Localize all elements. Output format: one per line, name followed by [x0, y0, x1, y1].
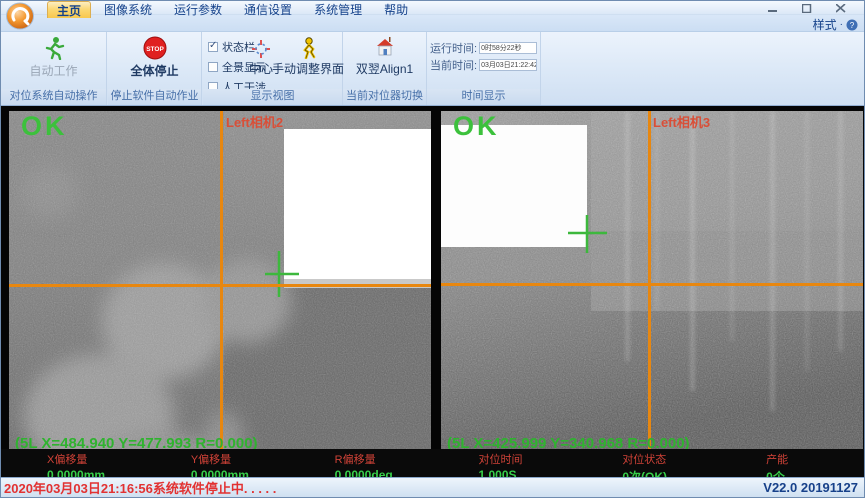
- white-region-right: [441, 125, 587, 247]
- aligner-label: 双翌Align1: [356, 60, 413, 77]
- center-button[interactable]: 中心: [249, 39, 273, 77]
- ribbon: 自动工作 对位系统自动操作 STOP 全体停止 停止软件自动作业 状态栏: [1, 32, 864, 106]
- app-logo-icon: [5, 2, 35, 30]
- svg-text:?: ?: [850, 21, 855, 30]
- current-time-field: 03月03日21:22:42: [479, 59, 537, 71]
- stop-all-button[interactable]: STOP 全体停止: [108, 36, 201, 79]
- person-icon: [300, 37, 316, 59]
- status-ok-left: OK: [21, 111, 68, 142]
- group-footer-time: 时间显示: [427, 89, 540, 105]
- tab-home[interactable]: 主页: [47, 1, 91, 18]
- group-footer-aligner: 当前对位器切换: [343, 89, 426, 105]
- style-menu-label: 样式: [813, 16, 837, 33]
- run-time-label: 运行时间:: [430, 40, 477, 56]
- metric-y-offset: Y偏移量 0.0000mm: [145, 449, 289, 479]
- window-controls: [760, 2, 854, 14]
- current-time-row: 当前时间: 03月03日21:22:42: [430, 57, 537, 73]
- coords-readout-right: (5L X=425.999 Y=340.968 R=0.000): [447, 435, 690, 449]
- group-footer-stop: 停止软件自动作业: [108, 89, 201, 105]
- version-label: V22.0 20191127: [763, 480, 864, 495]
- tab-system-mgmt[interactable]: 系统管理: [305, 1, 371, 18]
- running-man-icon: [43, 36, 65, 60]
- ribbon-group-stop: STOP 全体停止 停止软件自动作业: [108, 32, 202, 105]
- group-footer-auto: 对位系统自动操作: [1, 89, 106, 105]
- metric-capacity: 产能 0个: [720, 449, 864, 479]
- stop-all-label: 全体停止: [130, 62, 178, 79]
- ribbon-group-view: 状态栏 全景显示 人工干涉 中心: [203, 32, 343, 105]
- house-icon: [373, 36, 397, 58]
- tab-run-params[interactable]: 运行参数: [165, 1, 231, 18]
- metric-align-time: 对位时间 1.000S: [432, 449, 576, 479]
- metric-label: Y偏移量: [191, 451, 289, 467]
- crosshair-horizontal-right: [441, 283, 863, 286]
- aligner-button[interactable]: 双翌Align1: [343, 36, 426, 77]
- camera-label-right: Left相机3: [653, 112, 710, 131]
- style-menu-dot: ·: [840, 19, 843, 30]
- camera-stage: OK Left相机2 (5L X=484.940 Y=477.993 R=0.0…: [1, 106, 864, 497]
- metric-label: 产能: [766, 451, 864, 467]
- checkbox-statusbar-box[interactable]: [208, 42, 218, 52]
- stop-icon: STOP: [143, 36, 167, 60]
- tab-comm-settings[interactable]: 通信设置: [235, 1, 301, 18]
- coords-readout-left: (5L X=484.940 Y=477.993 R=0.000): [15, 435, 258, 449]
- metric-label: 对位时间: [478, 451, 576, 467]
- camera-view-right[interactable]: OK Left相机3 (5L X=425.999 Y=340.968 R=0.0…: [441, 111, 863, 449]
- style-menu-button[interactable]: 样式 · ?: [813, 16, 858, 33]
- camera-label-left: Left相机2: [226, 112, 283, 131]
- checkbox-panorama-box[interactable]: [208, 62, 218, 72]
- status-ok-right: OK: [453, 111, 500, 142]
- crosshair-icon: [251, 39, 271, 59]
- crosshair-vertical-right: [648, 111, 651, 449]
- run-time-row: 运行时间: 0时58分22秒: [430, 40, 537, 56]
- metric-label: 对位状态: [622, 451, 720, 467]
- app-window: 主页 图像系统 运行参数 通信设置 系统管理 帮助 样式 · ? 自动工作 对位…: [0, 0, 865, 498]
- status-bar: 2020年03月03日21:16:56系统软件停止中. . . . . V22.…: [1, 477, 864, 497]
- ribbon-group-time: 运行时间: 0时58分22秒 当前时间: 03月03日21:22:42 时间显示: [427, 32, 541, 105]
- status-message: 2020年03月03日21:16:56系统软件停止中. . . . .: [1, 478, 276, 497]
- white-region-left: [284, 129, 431, 279]
- tab-image-system[interactable]: 图像系统: [95, 1, 161, 18]
- close-button[interactable]: [828, 2, 854, 14]
- minimize-button[interactable]: [760, 2, 786, 14]
- ribbon-group-aligner: 双翌Align1 当前对位器切换: [343, 32, 427, 105]
- metrics-bar: X偏移量 0.0000mm Y偏移量 0.0000mm R偏移量 0.0000d…: [1, 449, 864, 479]
- crosshair-horizontal-left: [9, 284, 431, 287]
- center-button-label: 中心: [249, 60, 273, 77]
- crosshair-vertical-left: [220, 111, 223, 449]
- auto-work-button[interactable]: 自动工作: [1, 36, 106, 79]
- metric-align-status: 对位状态 0次(OK): [576, 449, 720, 479]
- camera-image-left: [9, 111, 431, 449]
- app-logo-orb[interactable]: [5, 2, 35, 30]
- metric-label: X偏移量: [47, 451, 145, 467]
- manual-adjust-label: 手动调整界面: [272, 60, 344, 77]
- help-icon[interactable]: ?: [846, 19, 858, 31]
- manual-adjust-button[interactable]: 手动调整界面: [275, 37, 341, 77]
- metric-x-offset: X偏移量 0.0000mm: [1, 449, 145, 479]
- current-time-label: 当前时间:: [430, 57, 477, 73]
- tab-help[interactable]: 帮助: [375, 1, 417, 18]
- camera-view-left[interactable]: OK Left相机2 (5L X=484.940 Y=477.993 R=0.0…: [9, 111, 431, 449]
- auto-work-label: 自动工作: [29, 62, 77, 79]
- group-footer-view: 显示视图: [203, 89, 342, 105]
- metric-label: R偏移量: [335, 451, 433, 467]
- ribbon-group-auto: 自动工作 对位系统自动操作: [1, 32, 107, 105]
- menu-tabs: 主页 图像系统 运行参数 通信设置 系统管理 帮助: [47, 1, 417, 18]
- run-time-field: 0时58分22秒: [479, 42, 537, 54]
- svg-text:STOP: STOP: [146, 46, 164, 53]
- maximize-button[interactable]: [794, 2, 820, 14]
- camera-image-right: [441, 111, 863, 449]
- metric-r-offset: R偏移量 0.0000deg: [289, 449, 433, 479]
